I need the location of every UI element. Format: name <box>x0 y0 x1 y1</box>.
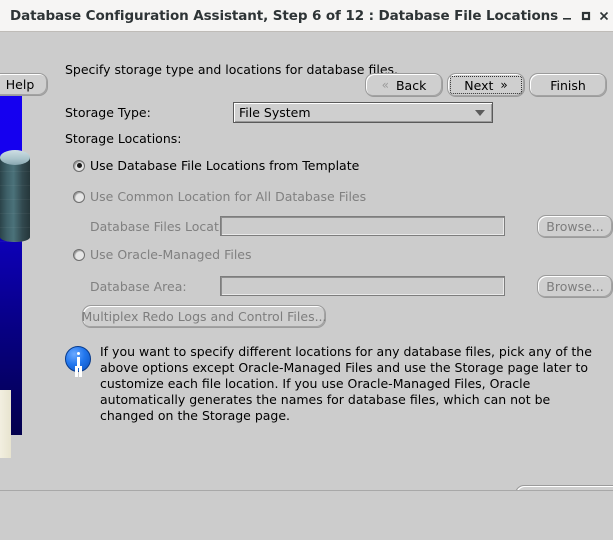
back-button-label: Back <box>395 77 427 93</box>
radio-button-icon <box>73 190 85 203</box>
next-button[interactable]: Next » <box>447 73 525 97</box>
close-icon <box>599 11 608 20</box>
radio-use-template[interactable]: Use Database File Locations from Templat… <box>73 158 359 173</box>
banner-paper-graphic <box>0 390 11 458</box>
finish-button[interactable]: Finish <box>529 73 607 97</box>
minimize-icon <box>563 17 572 20</box>
back-button[interactable]: « Back <box>365 73 443 97</box>
database-area-input[interactable] <box>220 276 505 296</box>
storage-type-select[interactable]: File System <box>233 102 493 123</box>
radio-label-use-template: Use Database File Locations from Templat… <box>90 158 360 173</box>
database-files-location-label: Database Files Location: <box>90 218 243 234</box>
footer-bar <box>0 491 613 540</box>
window-title: Database Configuration Assistant, Step 6… <box>10 7 559 24</box>
database-files-location-row: Database Files Location: <box>65 216 505 236</box>
radio-use-common-location[interactable]: Use Common Location for All Database Fil… <box>73 189 366 204</box>
minimize-button[interactable] <box>558 1 576 31</box>
dbca-window: Database Configuration Assistant, Step 6… <box>0 0 613 540</box>
dialog-body: Specify storage type and locations for d… <box>0 32 613 540</box>
navigation-buttons: « Back Next » Finish <box>365 73 607 97</box>
multiplex-redo-logs-button[interactable]: Multiplex Redo Logs and Control Files... <box>82 305 327 328</box>
radio-use-oracle-managed-files[interactable]: Use Oracle-Managed Files <box>73 247 252 262</box>
database-files-location-input[interactable] <box>220 216 505 236</box>
cylinder-body <box>0 157 30 242</box>
radio-label-use-oracle-managed-files: Use Oracle-Managed Files <box>90 247 252 262</box>
info-text: If you want to specify different locatio… <box>100 344 592 423</box>
finish-button-label: Finish <box>550 77 586 93</box>
cylinder-top <box>0 150 30 165</box>
storage-locations-label: Storage Locations: <box>65 131 182 146</box>
browse-database-files-button[interactable]: Browse... <box>537 215 613 238</box>
chevron-down-icon <box>475 109 485 116</box>
intro-text: Specify storage type and locations for d… <box>65 62 398 77</box>
chevron-left-icon: « <box>381 78 389 92</box>
storage-type-value: File System <box>239 105 311 120</box>
storage-type-row: Storage Type: File System <box>65 102 493 123</box>
storage-type-label: Storage Type: <box>65 105 151 120</box>
next-button-label: Next <box>464 77 494 93</box>
radio-label-use-common-location: Use Common Location for All Database Fil… <box>90 189 367 204</box>
database-area-row: Database Area: <box>65 276 505 296</box>
content-panel: Specify storage type and locations for d… <box>60 32 613 508</box>
chevron-right-icon: » <box>500 78 508 92</box>
help-button[interactable]: Help <box>0 73 48 96</box>
close-button[interactable] <box>595 1 613 31</box>
database-cylinder-icon <box>0 150 30 246</box>
info-icon <box>65 346 91 372</box>
maximize-button[interactable] <box>576 1 594 31</box>
browse-database-area-button[interactable]: Browse... <box>537 275 613 298</box>
maximize-icon <box>581 11 590 20</box>
info-panel: If you want to specify different locatio… <box>65 344 605 424</box>
radio-button-icon <box>73 248 85 261</box>
radio-button-icon <box>73 159 85 172</box>
sidebar-banner <box>0 90 22 458</box>
title-bar: Database Configuration Assistant, Step 6… <box>0 0 613 32</box>
database-area-label: Database Area: <box>90 278 187 294</box>
